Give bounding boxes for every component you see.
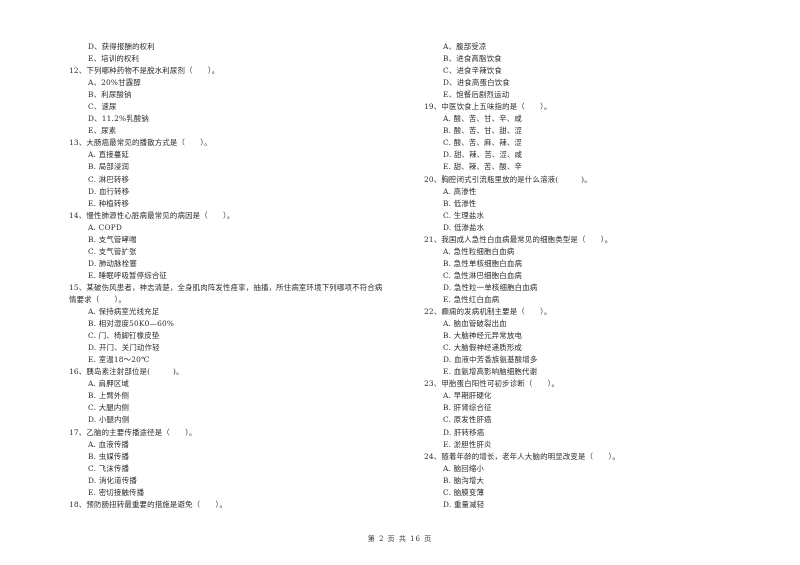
answer-option: A. 高渗性 [443,186,477,196]
right-column: A、腹部受凉 B、进食高脂饮食 C、进食辛辣饮食 D、进食高蛋白饮食 E、饱餐后剧烈运动… [424,41,754,511]
answer-option: A. 脑回缩小 [443,463,484,473]
answer-option: A. 血液传播 [88,439,129,449]
answer-option: E. 淤胆性肝炎 [443,439,492,449]
answer-option: C. 原发性肝癌 [443,415,492,425]
question-stem: 24、随着年龄的增长，老年人大脑的明显改变是（ ）。 [424,451,620,461]
answer-option: B. 低渗性 [443,198,477,208]
question-stem: 21、我国成人急性白血病最常见的细胞类型是（ ）。 [424,234,613,244]
answer-option: D. 肺动脉栓塞 [88,258,137,268]
answer-option: C、速尿 [88,102,117,112]
answer-option: A. 保持病室光线充足 [88,307,160,317]
answer-option: D. 低渗盐水 [443,222,485,232]
answer-option: D、获得报酬的权利 [88,42,155,51]
answer-option: C. 急性淋巴细胞白血病 [443,270,523,280]
question-stem: 22、癫痫的发病机制主要是（ ）。 [424,307,552,317]
answer-option: B. 酸、苦、甘、甜、涩 [443,126,523,136]
answer-option: E、培训的权利 [88,54,140,64]
answer-option: D. 血行转移 [88,186,130,196]
answer-option: E. 密切接触传播 [88,487,145,497]
answer-option: E. 甜、辣、苦、酸、辛 [443,162,523,172]
question-stem: 12、下列哪种药物不是脱水利尿剂（ ）。 [69,66,220,76]
answer-option: C. 门、椅脚钉橡皮垫 [88,331,160,341]
answer-option: B. 支气管哮喘 [88,234,137,244]
answer-option: B、进食高脂饮食 [443,54,502,64]
answer-option: C、进食辛辣饮食 [443,66,502,76]
question-stem: 情要求（ ）。 [69,294,127,304]
answer-option: A. 急性粒细胞白血病 [443,246,515,256]
answer-option: B. 虫媒传播 [88,451,130,461]
answer-option: B. 大脑神经元异常放电 [443,331,523,341]
question-stem: 16、胰岛素注射部位是( )。 [69,367,184,377]
answer-option: C. 飞沫传播 [88,463,130,473]
question-stem: 14、慢性肺源性心脏病最常见的病因是（ ）。 [69,210,235,220]
answer-option: B. 肝肾综合征 [443,403,492,413]
answer-option: E、尿素 [88,126,117,136]
answer-option: D. 血液中芳香族氨基酸增多 [443,355,538,365]
answer-option: D. 甜、辣、苦、涩、咸 [443,150,523,160]
answer-option: E. 睡眠呼吸暂停综合征 [88,270,168,280]
answer-option: B、利尿酸钠 [88,90,132,100]
answer-option: B. 局部浸润 [88,162,130,172]
question-stem: 19、中医饮食上五味指的是（ ）。 [424,102,552,112]
question-stem: 15、某破伤风患者，神志清楚，全身肌肉阵发性痉挛，抽搐，所住病室环境下列哪项不符… [69,282,383,292]
answer-option: C. 支气管扩张 [88,246,137,256]
answer-option: A. 早期肝硬化 [443,391,492,401]
answer-option: E. 种植转移 [88,198,130,208]
answer-option: A. 脑血管破裂出血 [443,319,507,329]
answer-option: A. COPD [88,222,123,232]
answer-option: E. 血氨增高影响脑细胞代谢 [443,367,538,377]
answer-option: D、进食高蛋白饮食 [443,78,510,88]
page-number: 第 2 页 共 16 页 [367,535,433,543]
answer-option: C. 淋巴转移 [88,174,130,184]
left-column: D、获得报酬的权利 E、培训的权利 12、下列哪种药物不是脱水利尿剂（ ）。 A、20… [69,41,399,511]
answer-option: C. 生理盐水 [443,210,485,220]
answer-option: E、饱餐后剧烈运动 [443,90,510,100]
answer-option: B. 上臂外侧 [88,391,130,401]
question-stem: 18、预防肠扭转最重要的措施是避免（ ）。 [69,499,227,509]
answer-option: C. 大腿内侧 [88,403,130,413]
answer-option: A、腹部受凉 [443,42,487,51]
answer-option: D. 开门、关门动作轻 [88,343,160,353]
answer-option: B. 急性单核细胞白血病 [443,258,523,268]
question-stem: 17、乙脑的主要传播途径是（ ）。 [69,427,197,437]
question-stem: 20、胸腔闭式引流瓶里放的是什么溶液( )。 [424,174,592,184]
answer-option: D. 重量减轻 [443,499,485,509]
answer-option: C. 酸、苦、麻、辣、涩 [443,138,523,148]
answer-option: C. 大脑假神经递质形成 [443,343,523,353]
answer-option: E. 室温18～20℃ [88,355,150,365]
answer-option: D. 小腿内侧 [88,415,130,425]
answer-option: A. 酸、苦、甘、辛、咸 [443,114,522,124]
question-stem: 23、甲胎蛋白阳性可初步诊断（ ）。 [424,379,560,389]
answer-option: C. 脑膜变薄 [443,487,485,497]
answer-option: A. 直接蔓延 [88,150,129,160]
answer-option: B. 脑沟增大 [443,475,485,485]
answer-option: E. 急性红白血病 [443,294,500,304]
question-stem: 13、大肠癌最常见的播散方式是（ ）。 [69,138,212,148]
answer-option: D. 肝转移癌 [443,427,485,437]
answer-option: A. 肩胛区域 [88,379,129,389]
answer-option: A、20%甘露醇 [88,78,141,88]
answer-option: D. 急性粒一单核细胞白血病 [443,282,538,292]
answer-option: B. 相对湿度50K0—60% [88,319,175,329]
answer-option: D、11.2%乳酸钠 [88,114,149,124]
answer-option: D. 消化道传播 [88,475,137,485]
